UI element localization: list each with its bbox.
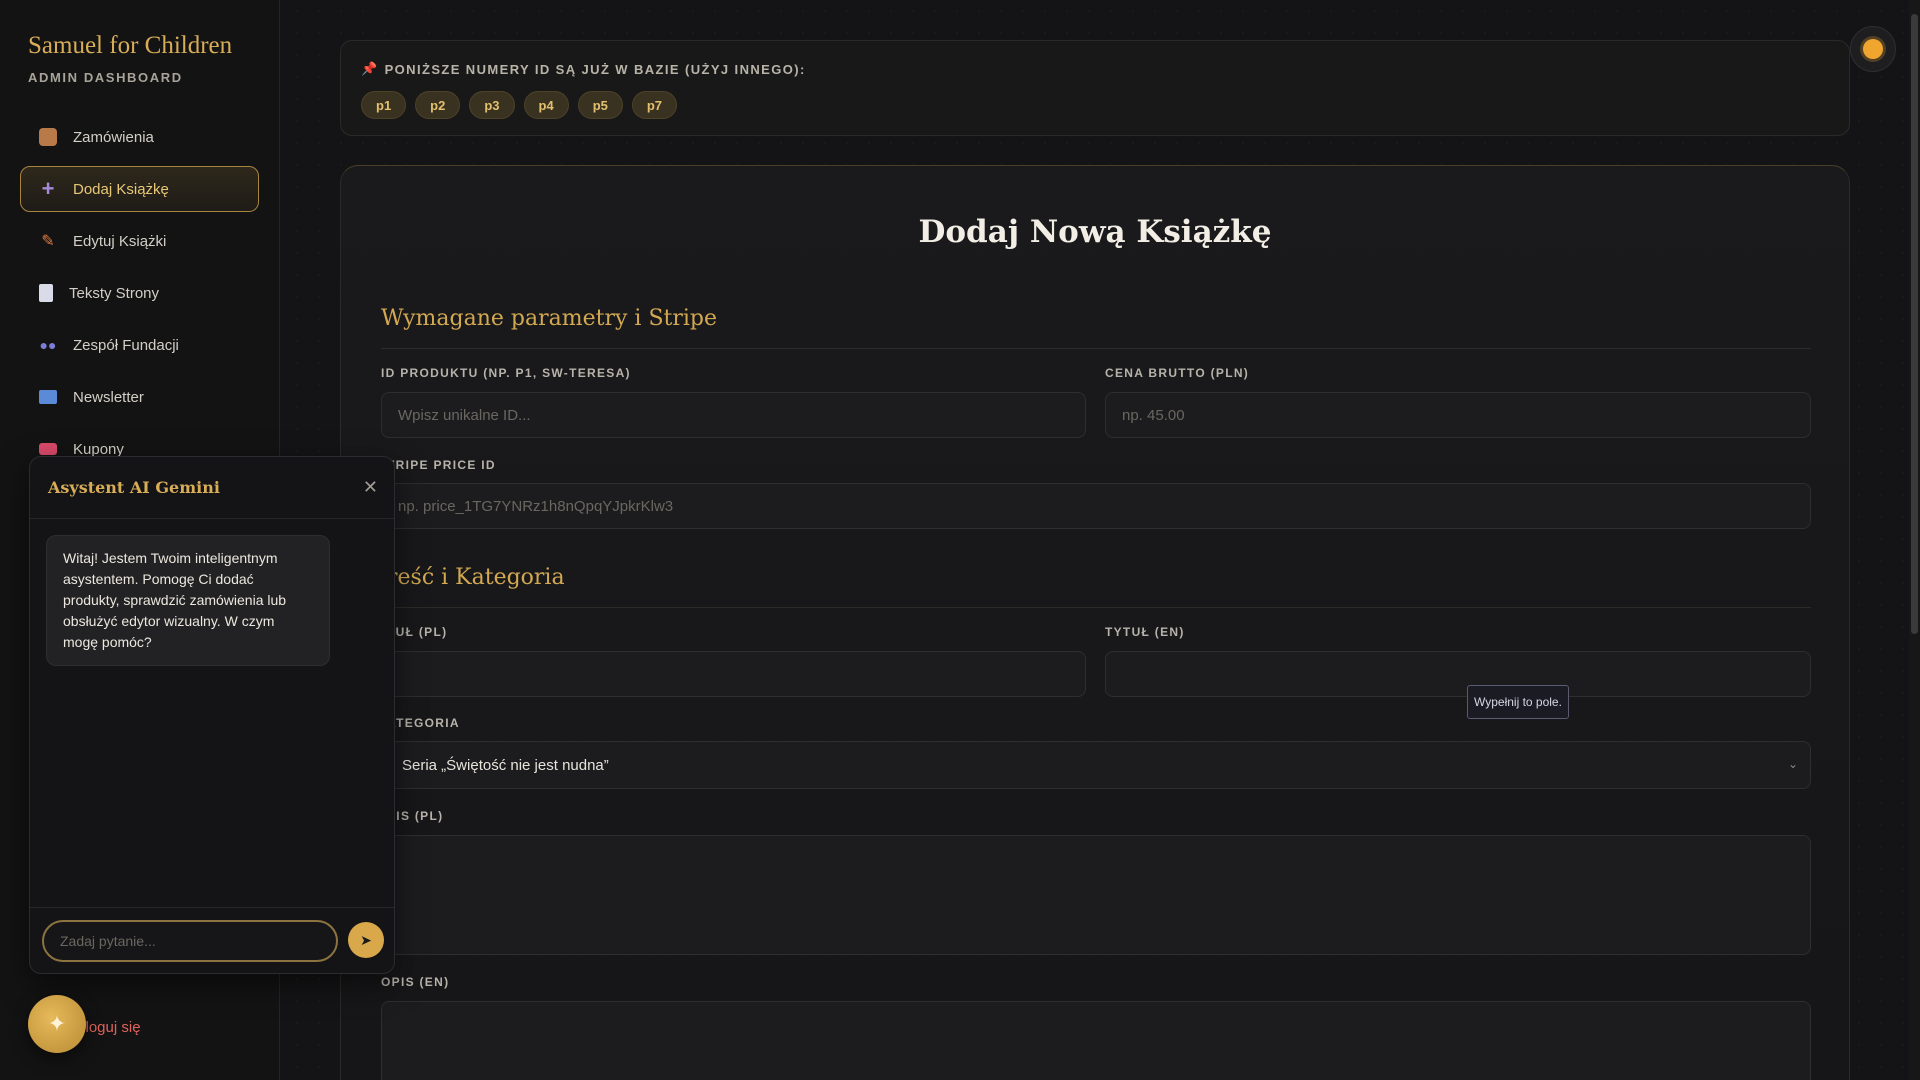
- sidebar-item-label: Newsletter: [73, 388, 144, 406]
- ai-chat-panel: Asystent AI Gemini ✕ Witaj! Jestem Twoim…: [29, 456, 395, 974]
- category-select[interactable]: Seria „Świętość nie jest nudna” ⌄: [381, 741, 1811, 789]
- sparkle-icon: ✦: [47, 1011, 67, 1036]
- pencil-icon: ✎: [41, 233, 55, 250]
- sidebar-item-zamowienia[interactable]: Zamówienia: [20, 114, 259, 160]
- people-icon: ●●: [39, 337, 57, 353]
- id-chip: p7: [631, 91, 678, 119]
- id-chip: p5: [577, 91, 623, 119]
- email-icon: [39, 390, 57, 404]
- ticket-icon: [39, 443, 57, 455]
- brand-title: Samuel for Children: [28, 32, 233, 59]
- section-divider: [381, 607, 1811, 608]
- chat-input[interactable]: [42, 920, 338, 962]
- brand: Samuel for Children ADMIN DASHBOARD: [28, 32, 232, 85]
- sidebar-item-label: Zespół Fundacji: [73, 336, 179, 354]
- sidebar-item-label: Edytuj Książki: [73, 232, 167, 250]
- stripe-price-id-input[interactable]: [381, 483, 1811, 529]
- id-chip: p1: [361, 91, 407, 119]
- description-pl-textarea[interactable]: [381, 835, 1811, 955]
- chat-message: Witaj! Jestem Twoim inteligentnym asyste…: [46, 535, 330, 666]
- sidebar-item-newsletter[interactable]: Newsletter: [20, 374, 259, 420]
- validation-tooltip: Wypełnij to pole.: [1467, 685, 1569, 719]
- scrollbar-thumb[interactable]: [1911, 14, 1918, 634]
- sidebar-item-label: Teksty Strony: [69, 284, 160, 302]
- chat-footer: ➤: [30, 907, 394, 973]
- sidebar-item-label: Zamówienia: [73, 128, 154, 146]
- title-en-label: TYTUŁ (EN): [1105, 625, 1185, 639]
- document-icon: [39, 284, 53, 302]
- sidebar-nav: Zamówienia + Dodaj Książkę ✎ Edytuj Ksią…: [20, 114, 259, 478]
- existing-ids-title: 📌 PONIŻSZE NUMERY ID SĄ JUŻ W BAZIE (UŻY…: [361, 61, 806, 77]
- theme-toggle-button[interactable]: [1850, 26, 1896, 72]
- product-id-label: ID PRODUKTU (NP. P1, SW-TERESA): [381, 366, 631, 380]
- sidebar-item-teksty-strony[interactable]: Teksty Strony: [20, 270, 259, 316]
- title-pl-label: TUŁ (PL): [387, 625, 448, 639]
- logout-link[interactable]: yloguj się: [78, 1019, 141, 1036]
- ai-assistant-button[interactable]: ✦: [28, 995, 86, 1053]
- category-label: ATEGORIA: [387, 716, 460, 730]
- description-en-textarea[interactable]: [381, 1001, 1811, 1080]
- sidebar-item-label: Kupony: [73, 440, 124, 458]
- existing-ids-text: PONIŻSZE NUMERY ID SĄ JUŻ W BAZIE (UŻYJ …: [384, 61, 806, 77]
- section-title-content: reść i Kategoria: [387, 565, 565, 590]
- chat-title: Asystent AI Gemini: [48, 478, 220, 497]
- product-id-input[interactable]: [381, 392, 1086, 438]
- chat-header: Asystent AI Gemini ✕: [30, 457, 394, 519]
- title-en-input[interactable]: [1105, 651, 1811, 697]
- id-chip: p4: [523, 91, 569, 119]
- title-pl-input[interactable]: [381, 651, 1086, 697]
- send-button[interactable]: ➤: [348, 922, 384, 958]
- sidebar-item-label: Dodaj Książkę: [73, 180, 169, 198]
- description-en-label: OPIS (EN): [381, 975, 450, 989]
- pin-icon: 📌: [361, 61, 379, 76]
- id-chip: p3: [469, 91, 515, 119]
- section-title-required: Wymagane parametry i Stripe: [381, 306, 718, 331]
- page-scrollbar[interactable]: [1909, 0, 1920, 1080]
- close-icon[interactable]: ✕: [363, 477, 378, 498]
- id-chip: p2: [415, 91, 461, 119]
- existing-ids-chips: p1 p2 p3 p4 p5 p7: [361, 91, 678, 119]
- plus-icon: +: [41, 176, 55, 201]
- sidebar-item-dodaj-ksiazke[interactable]: + Dodaj Książkę: [20, 166, 259, 212]
- price-input[interactable]: [1105, 392, 1811, 438]
- existing-ids-box: 📌 PONIŻSZE NUMERY ID SĄ JUŻ W BAZIE (UŻY…: [340, 40, 1850, 136]
- add-book-form: Dodaj Nową Książkę Wymagane parametry i …: [340, 165, 1850, 1080]
- chevron-down-icon: ⌄: [1787, 757, 1798, 771]
- sidebar-item-edytuj-ksiazki[interactable]: ✎ Edytuj Książki: [20, 218, 259, 264]
- category-value: Seria „Świętość nie jest nudna”: [402, 756, 609, 774]
- brand-subtitle: ADMIN DASHBOARD: [28, 70, 183, 85]
- price-label: CENA BRUTTO (PLN): [1105, 366, 1250, 380]
- page-title: Dodaj Nową Książkę: [918, 214, 1272, 250]
- sidebar-item-zespol-fundacji[interactable]: ●● Zespół Fundacji: [20, 322, 259, 368]
- send-icon: ➤: [360, 931, 372, 948]
- package-icon: [39, 128, 57, 146]
- section-divider: [381, 348, 1811, 349]
- description-pl-label: PIS (PL): [387, 809, 444, 823]
- sun-icon: [1863, 39, 1883, 59]
- stripe-price-id-label: TRIPE PRICE ID: [387, 458, 496, 472]
